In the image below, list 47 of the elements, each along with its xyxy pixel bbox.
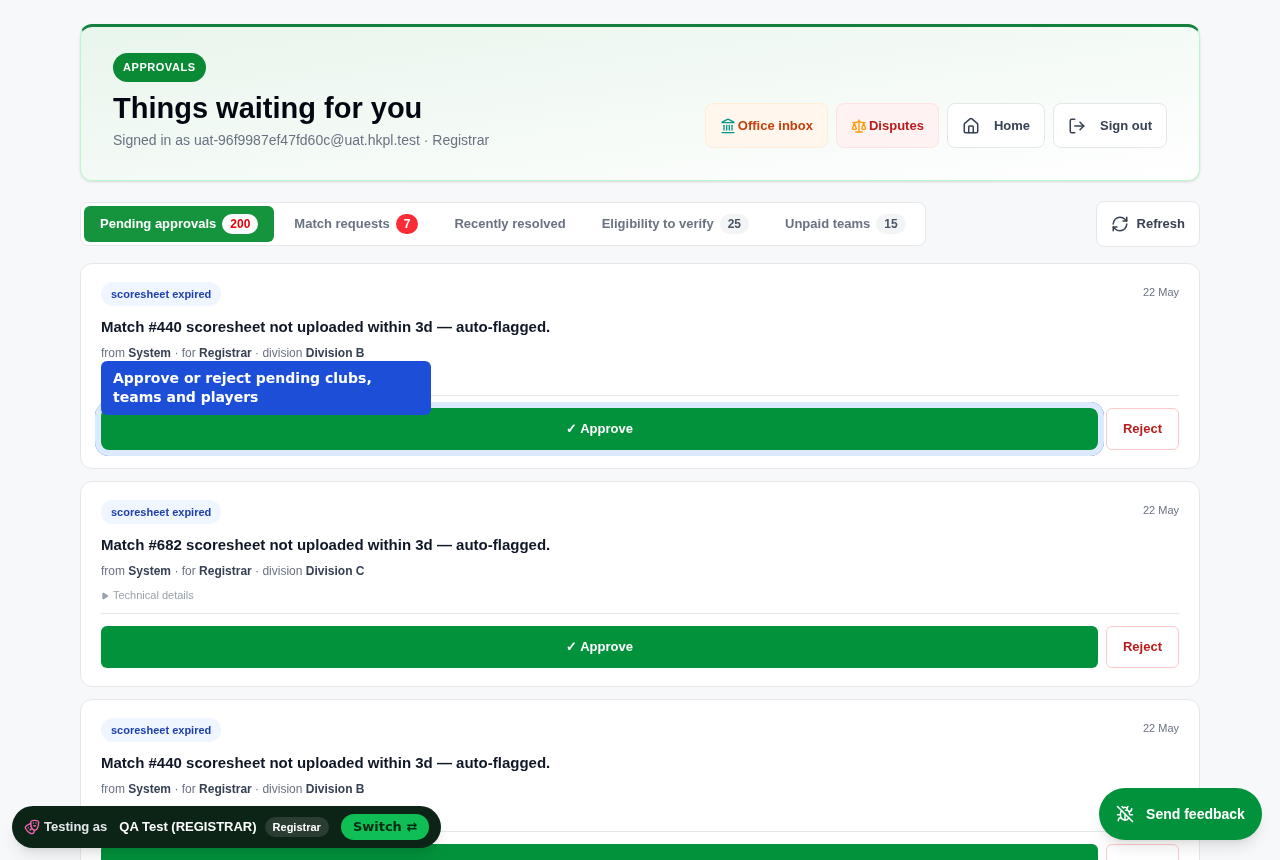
status-tag: scoresheet expired xyxy=(101,281,222,306)
header-action-button[interactable]: Sign out xyxy=(1053,103,1167,148)
header-action-button[interactable]: Office inbox xyxy=(704,103,828,148)
header-action-button[interactable]: Home xyxy=(946,103,1045,148)
header-action-button[interactable]: Disputes xyxy=(835,103,939,148)
tab[interactable]: Eligibility to verify 25 xyxy=(585,205,765,242)
item-meta: from System · for Registrar · division Division C xyxy=(101,562,366,579)
test-user-name: QA Test (REGISTRAR) xyxy=(119,818,257,837)
item-meta: from System · for Registrar · division Division B xyxy=(101,780,366,797)
bank-icon xyxy=(719,117,736,134)
page-title: Things waiting for you xyxy=(113,90,423,126)
switch-button[interactable]: Switch ⇄ xyxy=(340,814,430,840)
count-badge: 25 xyxy=(719,213,749,234)
refresh-icon xyxy=(1110,214,1129,233)
approve-button[interactable]: ✓ Approve xyxy=(101,625,1098,668)
bug-icon xyxy=(1116,805,1135,823)
reject-button[interactable]: Reject xyxy=(1106,407,1179,450)
scales-icon xyxy=(850,117,867,134)
reject-button[interactable]: Reject xyxy=(1106,625,1179,668)
count-badge: 15 xyxy=(876,213,906,234)
count-badge: 7 xyxy=(395,213,419,234)
status-tag: scoresheet expired xyxy=(101,499,222,524)
tab[interactable]: Match requests 7 xyxy=(278,205,435,242)
item-title: Match #440 scoresheet not uploaded within 3d — auto-flagged. xyxy=(101,753,552,773)
count-badge: 200 xyxy=(222,213,259,234)
status-tag: scoresheet expired xyxy=(101,717,222,742)
tab[interactable]: Recently resolved xyxy=(438,205,582,242)
tab[interactable]: Pending approvals 200 xyxy=(84,205,275,242)
masks-icon xyxy=(24,819,40,835)
send-feedback-toast[interactable]: Send feedback xyxy=(1099,788,1262,840)
section-badge: APPROVALS xyxy=(113,53,206,82)
date-text: 22 May xyxy=(1142,720,1179,736)
signed-in-text: Signed in as uat-96f9987ef47fd60c@uat.hkpl.test · Registrar xyxy=(113,130,490,150)
testing-label: Testing as xyxy=(44,818,108,837)
item-title: Match #682 scoresheet not uploaded within 3d — auto-flagged. xyxy=(101,535,552,555)
sign-out-icon xyxy=(1068,116,1086,135)
role-tag: Registrar xyxy=(264,816,329,838)
date-text: 22 May xyxy=(1142,502,1179,518)
approve-button[interactable]: ✓ Approve xyxy=(101,407,1098,450)
tab[interactable]: Unpaid teams 15 xyxy=(769,205,922,242)
item-title: Match #440 scoresheet not uploaded within 3d — auto-flagged. xyxy=(101,317,552,337)
date-text: 22 May xyxy=(1142,284,1179,300)
tooltip: Approve or reject pending clubs, teams and players xyxy=(101,360,431,415)
item-meta: from System · for Registrar · division Division B xyxy=(101,344,366,361)
refresh-button[interactable]: Refresh xyxy=(1095,200,1200,247)
triangle-icon xyxy=(101,591,109,600)
home-icon xyxy=(961,116,980,135)
